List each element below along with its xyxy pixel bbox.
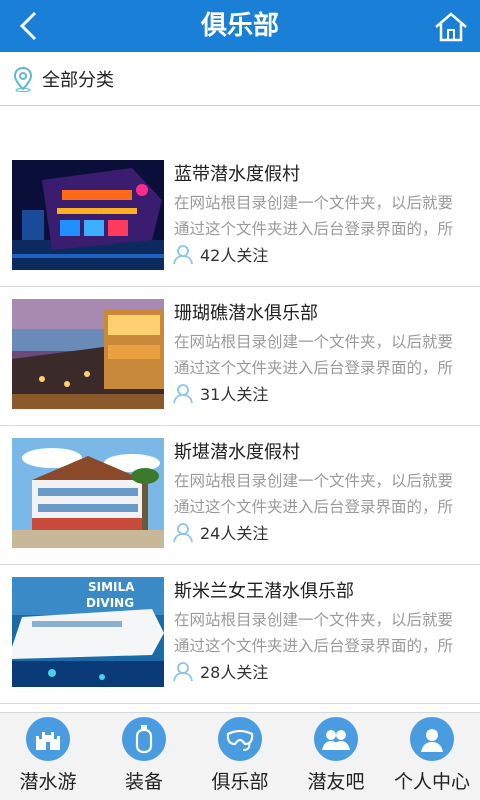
tank-icon xyxy=(122,717,166,761)
follower-count: 24人关注 xyxy=(172,520,268,544)
user-outline-icon xyxy=(173,384,193,404)
club-name: 斯米兰女王潜水俱乐部 xyxy=(174,581,354,602)
follower-text: 42人关注 xyxy=(200,246,269,265)
thumbnail-sign-text-2: DIVING xyxy=(86,596,134,610)
group-icon xyxy=(314,717,358,761)
tab-dive-friends[interactable]: 潜友吧 xyxy=(288,713,384,800)
home-button[interactable] xyxy=(432,8,470,46)
tab-club[interactable]: 俱乐部 xyxy=(192,713,288,800)
tab-label: 装备 xyxy=(124,771,163,793)
list-item[interactable]: 蓝带潜水度假村 在网站根目录创建一个文件夹，以后就要通过这个文件夹进入后台登录界… xyxy=(0,148,480,287)
user-icon xyxy=(410,717,454,761)
club-description: 在网站根目录创建一个文件夹，以后就要通过这个文件夹进入后台登录界面的，所 xyxy=(174,611,454,655)
club-thumbnail xyxy=(12,160,164,270)
club-list: 蓝带潜水度假村 在网站根目录创建一个文件夹，以后就要通过这个文件夹进入后台登录界… xyxy=(0,148,480,704)
location-pin-icon xyxy=(13,66,33,92)
user-outline-icon xyxy=(173,245,193,265)
club-thumbnail xyxy=(12,438,164,548)
thumbnail-sign-text-1: SIMILA xyxy=(88,580,135,594)
club-description: 在网站根目录创建一个文件夹，以后就要通过这个文件夹进入后台登录界面的，所 xyxy=(174,194,454,238)
filter-label: 全部分类 xyxy=(42,69,114,91)
tab-label: 潜水游 xyxy=(19,771,77,793)
follower-text: 28人关注 xyxy=(200,663,269,682)
follower-text: 31人关注 xyxy=(200,385,269,404)
category-filter[interactable]: 全部分类 xyxy=(0,52,480,106)
tab-dive-travel[interactable]: 潜水游 xyxy=(0,713,96,800)
tab-label: 潜友吧 xyxy=(307,771,365,793)
mask-icon xyxy=(218,717,262,761)
tab-profile[interactable]: 个人中心 xyxy=(384,713,480,800)
tab-label: 个人中心 xyxy=(393,771,470,793)
tab-equipment[interactable]: 装备 xyxy=(96,713,192,800)
club-name: 蓝带潜水度假村 xyxy=(174,164,300,185)
follower-text: 24人关注 xyxy=(200,524,269,543)
list-item[interactable]: 珊瑚礁潜水俱乐部 在网站根目录创建一个文件夹，以后就要通过这个文件夹进入后台登录… xyxy=(0,287,480,426)
bottom-tab-bar: 潜水游 装备 俱乐部 潜友吧 个人中心 xyxy=(0,712,480,800)
club-thumbnail: SIMILA DIVING xyxy=(12,577,164,687)
home-icon xyxy=(435,12,467,42)
user-outline-icon xyxy=(173,523,193,543)
list-item[interactable]: 斯堪潜水度假村 在网站根目录创建一个文件夹，以后就要通过这个文件夹进入后台登录界… xyxy=(0,426,480,565)
list-item[interactable]: SIMILA DIVING 斯米兰女王潜水俱乐部 在网站根目录创建一个文件夹，以… xyxy=(0,565,480,704)
club-description: 在网站根目录创建一个文件夹，以后就要通过这个文件夹进入后台登录界面的，所 xyxy=(174,333,454,377)
club-name: 斯堪潜水度假村 xyxy=(174,442,300,463)
user-outline-icon xyxy=(173,662,193,682)
club-thumbnail xyxy=(12,299,164,409)
page-title: 俱乐部 xyxy=(200,11,279,41)
follower-count: 31人关注 xyxy=(172,381,268,405)
castle-icon xyxy=(26,717,70,761)
club-description: 在网站根目录创建一个文件夹，以后就要通过这个文件夹进入后台登录界面的，所 xyxy=(174,472,454,516)
top-bar: 俱乐部 xyxy=(0,0,480,52)
club-name: 珊瑚礁潜水俱乐部 xyxy=(174,303,318,324)
tab-label: 俱乐部 xyxy=(211,771,269,793)
follower-count: 42人关注 xyxy=(172,242,268,266)
follower-count: 28人关注 xyxy=(172,659,268,683)
